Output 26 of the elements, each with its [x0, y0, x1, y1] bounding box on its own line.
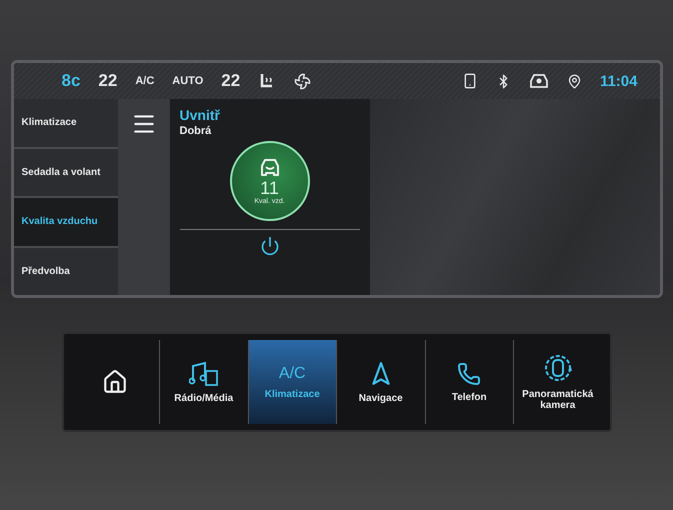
location-icon — [566, 74, 582, 88]
air-quality-value: 11 — [260, 178, 279, 198]
side-menu-item[interactable]: Sedadla a volant — [14, 148, 118, 196]
air-quality-status: Dobrá — [180, 125, 212, 137]
dock-button[interactable]: Navigace — [336, 340, 424, 424]
side-menu-item[interactable]: Klimatizace — [14, 99, 118, 146]
ac-symbol: A/C — [278, 364, 306, 382]
outside-temperature: 8c — [62, 71, 80, 91]
side-menu-item[interactable]: Předvolba — [14, 248, 118, 295]
panel-title: Uvnitř — [180, 107, 221, 123]
passenger-temperature: 22 — [221, 71, 240, 91]
clock: 11:04 — [600, 72, 638, 90]
climate-mode[interactable]: AUTO — [172, 75, 204, 87]
dock-button[interactable]: A/C Klimatizace — [248, 340, 336, 424]
power-icon[interactable] — [260, 236, 280, 256]
music-icon — [188, 360, 219, 386]
dock-button[interactable]: Telefon — [424, 340, 513, 424]
phone-icon — [457, 362, 482, 386]
dock-button[interactable]: Panoramatická kamera — [513, 340, 602, 424]
driver-temperature: 22 — [98, 71, 118, 91]
car-icon — [528, 73, 549, 89]
camera-rotate-icon — [542, 353, 573, 383]
home-icon — [102, 369, 128, 395]
ac-indicator[interactable]: A/C — [135, 75, 154, 87]
fan-icon[interactable] — [294, 72, 312, 90]
side-menu-item[interactable]: Kvalita vzduchu — [14, 198, 118, 246]
